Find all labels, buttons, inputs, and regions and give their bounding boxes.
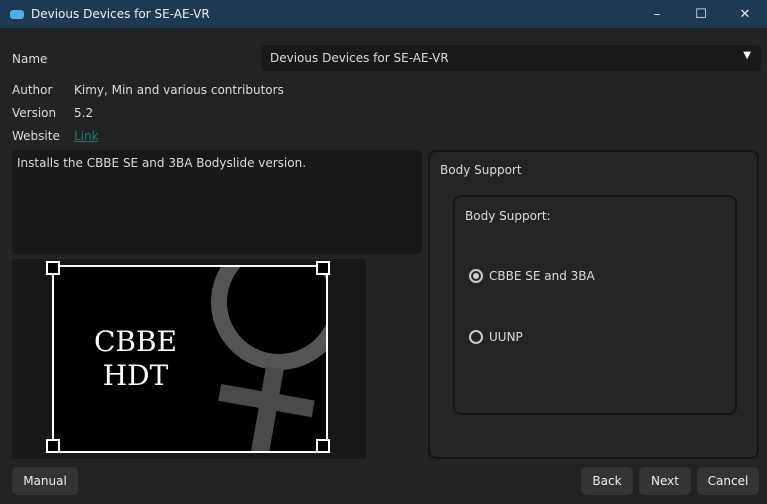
body-support-options: Body Support: CBBE SE and 3BA UUNP	[453, 195, 737, 415]
radio-uunp[interactable]: UUNP	[469, 330, 523, 344]
body-support-group: Body Support Body Support: CBBE SE and 3…	[428, 150, 759, 459]
radio-unselected-icon[interactable]	[469, 330, 483, 344]
app-icon	[10, 9, 24, 19]
resize-handle[interactable]	[46, 439, 60, 453]
maximize-button[interactable]: ☐	[678, 0, 724, 28]
radio-selected-icon[interactable]	[469, 269, 483, 283]
resize-handle[interactable]	[316, 261, 330, 275]
author-value: Kimy, Min and various contributors	[74, 83, 284, 97]
group-title: Body Support	[440, 163, 522, 177]
preview-image: CBBE HDT	[12, 259, 366, 459]
cancel-button[interactable]: Cancel	[697, 467, 759, 495]
window-title: Devious Devices for SE-AE-VR	[31, 7, 210, 21]
name-value: Devious Devices for SE-AE-VR	[270, 51, 449, 65]
title-bar: Devious Devices for SE-AE-VR – ☐ ✕	[0, 0, 767, 28]
description-box: Installs the CBBE SE and 3BA Bodyslide v…	[12, 150, 422, 254]
author-label: Author	[12, 83, 53, 97]
website-label: Website	[12, 129, 60, 143]
radio-cbbe[interactable]: CBBE SE and 3BA	[469, 269, 595, 283]
back-button[interactable]: Back	[581, 467, 633, 495]
description-text: Installs the CBBE SE and 3BA Bodyslide v…	[17, 156, 307, 170]
resize-handle[interactable]	[316, 439, 330, 453]
female-symbol-icon	[211, 267, 326, 451]
version-label: Version	[12, 106, 57, 120]
version-value: 5.2	[74, 106, 94, 120]
minimize-button[interactable]: –	[634, 0, 680, 28]
chevron-down-icon: ▼	[743, 50, 751, 61]
options-title: Body Support:	[465, 209, 551, 223]
manual-button[interactable]: Manual	[12, 467, 78, 495]
name-dropdown[interactable]: Devious Devices for SE-AE-VR ▼	[261, 45, 761, 71]
name-label: Name	[12, 52, 48, 66]
cbbe-hdt-image: CBBE HDT	[52, 265, 328, 453]
close-button[interactable]: ✕	[722, 0, 767, 28]
resize-handle[interactable]	[46, 261, 60, 275]
next-button[interactable]: Next	[639, 467, 691, 495]
website-link[interactable]: Link	[74, 129, 99, 143]
